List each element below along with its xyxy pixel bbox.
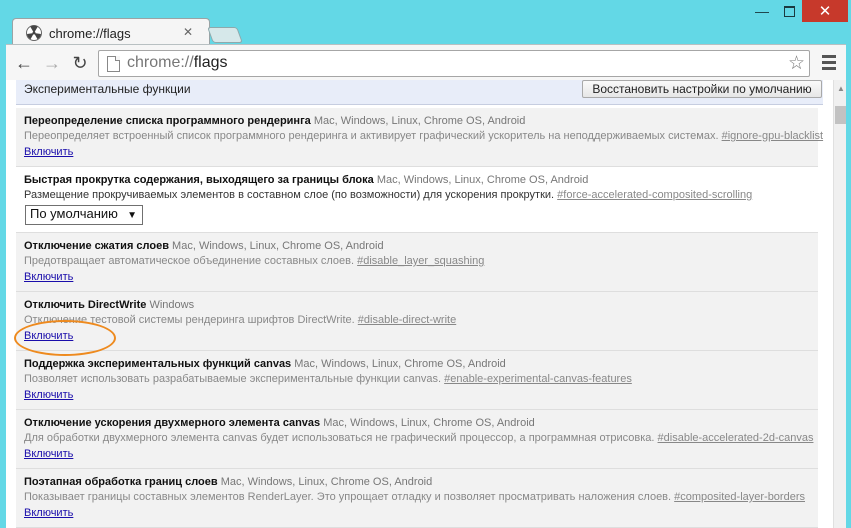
url-path: flags bbox=[193, 54, 228, 71]
experiment-description: Предотвращает автоматическое объединение… bbox=[24, 255, 355, 267]
scrollbar-thumb[interactable] bbox=[835, 106, 846, 124]
experiment-name: Поддержка экспериментальных функций canv… bbox=[24, 358, 292, 370]
address-bar[interactable]: chrome://flags ☆ bbox=[98, 50, 810, 77]
enable-link[interactable]: Включить bbox=[24, 506, 73, 521]
back-arrow-icon[interactable]: ← bbox=[14, 53, 34, 73]
tab-title: chrome://flags bbox=[49, 25, 131, 41]
experiment-name: Быстрая прокрутка содержания, выходящего… bbox=[24, 174, 374, 186]
experiment-platforms: Mac, Windows, Linux, Chrome OS, Android bbox=[172, 240, 384, 252]
scroll-up-icon[interactable]: ▲ bbox=[837, 84, 845, 93]
menu-icon[interactable] bbox=[822, 55, 836, 73]
experiment-platforms: Mac, Windows, Linux, Chrome OS, Android bbox=[313, 115, 526, 127]
experiment-description: Размещение прокручиваемых элементов в со… bbox=[24, 189, 555, 201]
experiment-name: Поэтапная обработка границ слоев bbox=[24, 476, 218, 488]
toolbar: ← → ↻ chrome://flags ☆ bbox=[6, 44, 846, 81]
experiment-platforms: Mac, Windows, Linux, Chrome OS, Android bbox=[220, 476, 433, 488]
minimize-button[interactable]: — bbox=[748, 0, 776, 22]
experiment-item: Отключить DirectWrite Windows Отключение… bbox=[16, 292, 818, 351]
experiment-flag-link[interactable]: #composited-layer-borders bbox=[674, 491, 805, 503]
experiment-name: Переопределение списка программного ренд… bbox=[24, 115, 311, 127]
experiment-flag-link[interactable]: #disable_layer_squashing bbox=[357, 255, 484, 267]
experiment-name: Отключение сжатия слоев bbox=[24, 240, 169, 252]
bookmark-star-icon[interactable]: ☆ bbox=[788, 52, 805, 75]
experiment-platforms: Mac, Windows, Linux, Chrome OS, Android bbox=[323, 417, 535, 429]
experiment-item: Отключение сжатия слоев Mac, Windows, Li… bbox=[16, 233, 818, 292]
url-scheme: chrome:// bbox=[127, 54, 194, 71]
experiment-flag-link[interactable]: #ignore-gpu-blacklist bbox=[722, 130, 824, 142]
experiment-name: Отключить DirectWrite bbox=[24, 299, 147, 311]
experiment-flag-link[interactable]: #force-accelerated-composited-scrolling bbox=[557, 189, 752, 201]
radioactive-icon bbox=[26, 25, 42, 41]
experiment-description: Показывает границы составных элементов R… bbox=[24, 491, 672, 503]
page-header: Экспериментальные функции Восстановить н… bbox=[16, 80, 823, 105]
experiment-platforms: Windows bbox=[149, 299, 195, 311]
enable-link[interactable]: Включить bbox=[24, 145, 73, 160]
experiment-flag-link[interactable]: #disable-direct-write bbox=[358, 314, 456, 326]
tab-flags[interactable]: chrome://flags ✕ bbox=[12, 20, 208, 46]
enable-link[interactable]: Включить bbox=[24, 388, 73, 403]
experiment-flag-link[interactable]: #enable-experimental-canvas-features bbox=[444, 373, 632, 385]
experiment-description: Переопределяет встроенный список програм… bbox=[24, 130, 719, 142]
experiment-flag-link[interactable]: #disable-accelerated-2d-canvas bbox=[658, 432, 814, 444]
experiment-select[interactable]: По умолчанию ▼ bbox=[25, 205, 143, 225]
highlight-ellipse bbox=[14, 320, 116, 356]
enable-link[interactable]: Включить bbox=[24, 270, 73, 285]
page-title: Экспериментальные функции bbox=[24, 82, 191, 96]
experiment-platforms: Mac, Windows, Linux, Chrome OS, Android bbox=[294, 358, 506, 370]
dropdown-arrow-icon: ▼ bbox=[127, 210, 137, 221]
page-content: Экспериментальные функции Восстановить н… bbox=[6, 80, 846, 528]
experiment-item: Переопределение списка программного ренд… bbox=[16, 108, 823, 167]
experiment-description: Позволяет использовать разрабатываемые э… bbox=[24, 373, 442, 385]
new-tab-button[interactable] bbox=[207, 27, 243, 43]
maximize-button[interactable] bbox=[776, 0, 802, 22]
maximize-icon bbox=[783, 5, 795, 17]
tab-close-icon[interactable]: ✕ bbox=[183, 25, 193, 39]
select-value: По умолчанию bbox=[30, 206, 118, 221]
enable-link[interactable]: Включить bbox=[24, 447, 73, 462]
experiment-description: Для обработки двухмерного элемента canva… bbox=[24, 432, 655, 444]
close-window-button[interactable]: ✕ bbox=[802, 0, 848, 22]
experiment-item: Поддержка экспериментальных функций canv… bbox=[16, 351, 818, 410]
forward-arrow-icon[interactable]: → bbox=[42, 53, 62, 73]
experiment-platforms: Mac, Windows, Linux, Chrome OS, Android bbox=[376, 174, 589, 186]
vertical-scrollbar[interactable]: ▲ bbox=[833, 80, 846, 528]
experiment-item: Отключение ускорения двухмерного элемент… bbox=[16, 410, 818, 469]
url-text[interactable]: chrome://flags bbox=[127, 54, 227, 72]
reload-icon[interactable]: ↻ bbox=[70, 53, 90, 73]
page-icon bbox=[107, 56, 120, 72]
experiments-list: Переопределение списка программного ренд… bbox=[16, 108, 823, 528]
browser-window: — ✕ chrome://flags ✕ ← → ↻ chrome://flag… bbox=[0, 0, 851, 528]
reset-defaults-button[interactable]: Восстановить настройки по умолчанию bbox=[582, 80, 822, 98]
experiment-item: Поэтапная обработка границ слоев Mac, Wi… bbox=[16, 469, 818, 528]
experiment-name: Отключение ускорения двухмерного элемент… bbox=[24, 417, 321, 429]
experiment-item: Быстрая прокрутка содержания, выходящего… bbox=[16, 167, 818, 233]
